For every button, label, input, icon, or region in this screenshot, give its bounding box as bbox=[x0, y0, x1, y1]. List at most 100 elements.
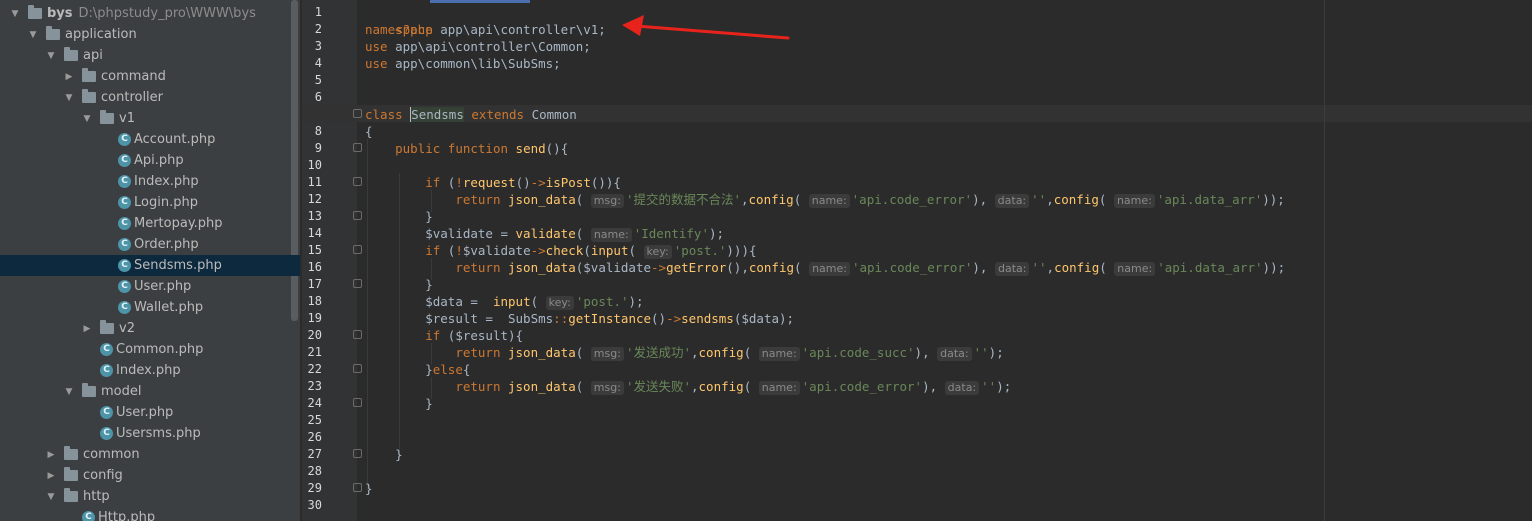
active-tab-indicator bbox=[430, 0, 530, 3]
code-line-3[interactable]: use app\api\controller\Common; bbox=[365, 38, 591, 55]
expand-arrow-icon[interactable]: ▶ bbox=[81, 324, 93, 334]
code-line-1[interactable]: <?php bbox=[365, 4, 433, 37]
keyword: public bbox=[395, 141, 441, 156]
code-line-20[interactable]: if ($result){ bbox=[365, 327, 523, 344]
code-line-13[interactable]: } bbox=[365, 208, 433, 225]
code-line-29[interactable]: } bbox=[365, 480, 373, 497]
param-hint: data: bbox=[994, 262, 1030, 276]
tree-file[interactable]: C Usersms.php bbox=[0, 423, 300, 444]
tree-item-label: Http.php bbox=[98, 510, 156, 521]
code-line-18[interactable]: $data = input( key:'post.'); bbox=[365, 293, 644, 310]
collapse-arrow-icon[interactable]: ▼ bbox=[63, 387, 75, 397]
tree-folder[interactable]: ▶ v2 bbox=[0, 318, 300, 339]
tree-file[interactable]: C Account.php bbox=[0, 129, 300, 150]
tree-file[interactable]: C Login.php bbox=[0, 192, 300, 213]
php-class-icon: C bbox=[100, 364, 113, 377]
folder-icon bbox=[64, 47, 78, 61]
expand-arrow-icon[interactable]: ▶ bbox=[63, 72, 75, 82]
method-call: sendsms bbox=[681, 311, 734, 326]
tree-file[interactable]: C Order.php bbox=[0, 234, 300, 255]
fold-marker-icon[interactable] bbox=[353, 364, 362, 373]
code-line-8[interactable]: { bbox=[365, 123, 373, 140]
code-line-14[interactable]: $validate = validate( name: 'Identify'); bbox=[365, 225, 724, 242]
line-number: 14 bbox=[307, 226, 322, 240]
expand-arrow-icon[interactable]: ▶ bbox=[45, 471, 57, 481]
code-line-19[interactable]: $result = SubSms::getInstance()->sendsms… bbox=[365, 310, 794, 327]
tree-folder[interactable]: ▼ application bbox=[0, 24, 300, 45]
brace: } bbox=[365, 481, 373, 496]
param-hint: data: bbox=[994, 194, 1030, 208]
line-number: 10 bbox=[307, 158, 322, 172]
tree-root[interactable]: ▼ bys D:\phpstudy_pro\WWW\bys bbox=[0, 3, 300, 24]
code-line-24[interactable]: } bbox=[365, 395, 433, 412]
fold-marker-icon[interactable] bbox=[353, 177, 362, 186]
tree-folder[interactable]: ▼ model bbox=[0, 381, 300, 402]
code-line-12[interactable]: return json_data( msg: '提交的数据不合法',config(… bbox=[365, 191, 1285, 208]
tree-folder[interactable]: ▶ command bbox=[0, 66, 300, 87]
param-hint: data: bbox=[937, 347, 972, 361]
collapse-arrow-icon[interactable]: ▼ bbox=[81, 114, 93, 124]
collapse-arrow-icon[interactable]: ▼ bbox=[45, 51, 57, 61]
fold-marker-icon[interactable] bbox=[353, 143, 362, 152]
fold-marker-icon[interactable] bbox=[353, 279, 362, 288]
code-line-7[interactable]: class Sendsms extends Common bbox=[365, 106, 577, 123]
brace: } bbox=[395, 447, 403, 462]
fold-marker-icon[interactable] bbox=[353, 109, 362, 118]
operator: ! bbox=[455, 175, 463, 190]
string: 'post.' bbox=[673, 243, 727, 258]
code-line-17[interactable]: } bbox=[365, 276, 433, 293]
tree-file[interactable]: C Http.php bbox=[0, 507, 300, 521]
collapse-arrow-icon[interactable]: ▼ bbox=[63, 93, 75, 103]
punct: ($result){ bbox=[440, 328, 524, 343]
tree-file[interactable]: C User.php bbox=[0, 402, 300, 423]
tree-folder[interactable]: ▶ common bbox=[0, 444, 300, 465]
param-hint: name: bbox=[1113, 194, 1155, 208]
tree-file[interactable]: C Mertopay.php bbox=[0, 213, 300, 234]
code-line-23[interactable]: return json_data( msg: '发送失败',config( nam… bbox=[365, 378, 1011, 395]
code-line-27[interactable]: } bbox=[365, 446, 403, 463]
code-line-11[interactable]: if (!request()->isPost()){ bbox=[365, 174, 621, 191]
tree-file[interactable]: C Sendsms.php bbox=[0, 255, 300, 276]
fold-marker-icon[interactable] bbox=[353, 245, 362, 254]
code-line-15[interactable]: if (!$validate->check(input( key:'post.'… bbox=[365, 242, 757, 259]
code-line-4[interactable]: use app\common\lib\SubSms; bbox=[365, 55, 561, 72]
tree-file[interactable]: C Common.php bbox=[0, 339, 300, 360]
tree-item-label: command bbox=[101, 69, 166, 84]
tree-item-label: Order.php bbox=[134, 237, 199, 252]
collapse-arrow-icon[interactable]: ▼ bbox=[45, 492, 57, 502]
collapse-arrow-icon[interactable]: ▼ bbox=[27, 30, 39, 40]
project-name: bys bbox=[47, 6, 73, 21]
code-line-16[interactable]: return json_data($validate->getError(),c… bbox=[365, 259, 1285, 276]
line-number: 17 bbox=[307, 277, 322, 291]
tree-folder[interactable]: ▼ v1 bbox=[0, 108, 300, 129]
code-line-21[interactable]: return json_data( msg: '发送成功',config( nam… bbox=[365, 344, 1004, 361]
fold-marker-icon[interactable] bbox=[353, 449, 362, 458]
code-line-22[interactable]: }else{ bbox=[365, 361, 470, 378]
tree-file[interactable]: C Index.php bbox=[0, 360, 300, 381]
fold-marker-icon[interactable] bbox=[353, 398, 362, 407]
brace: } bbox=[425, 209, 433, 224]
tree-file[interactable]: C User.php bbox=[0, 276, 300, 297]
fold-marker-icon[interactable] bbox=[353, 330, 362, 339]
code-line-9[interactable]: public function send(){ bbox=[365, 140, 568, 157]
fold-marker-icon[interactable] bbox=[353, 211, 362, 220]
project-path: D:\phpstudy_pro\WWW\bys bbox=[78, 6, 256, 21]
tree-folder[interactable]: ▼ http bbox=[0, 486, 300, 507]
tree-file[interactable]: C Api.php bbox=[0, 150, 300, 171]
param-hint: name: bbox=[590, 228, 632, 242]
expand-arrow-icon[interactable]: ▶ bbox=[45, 450, 57, 460]
class-ref: = SubSms bbox=[477, 311, 554, 326]
keyword: if bbox=[425, 328, 441, 343]
fold-marker-icon[interactable] bbox=[353, 483, 362, 492]
tree-folder[interactable]: ▼ controller bbox=[0, 87, 300, 108]
tree-file[interactable]: C Index.php bbox=[0, 171, 300, 192]
operator: -> bbox=[530, 243, 546, 258]
tree-file[interactable]: C Wallet.php bbox=[0, 297, 300, 318]
tree-folder[interactable]: ▶ config bbox=[0, 465, 300, 486]
tree-item-label: model bbox=[101, 384, 142, 399]
code-line-2[interactable]: namespace app\api\controller\v1; bbox=[365, 21, 606, 38]
tree-folder[interactable]: ▼ api bbox=[0, 45, 300, 66]
expand-arrow-icon[interactable]: ▼ bbox=[9, 9, 21, 19]
param-hint: name: bbox=[1114, 262, 1156, 276]
folder-icon bbox=[64, 467, 78, 481]
